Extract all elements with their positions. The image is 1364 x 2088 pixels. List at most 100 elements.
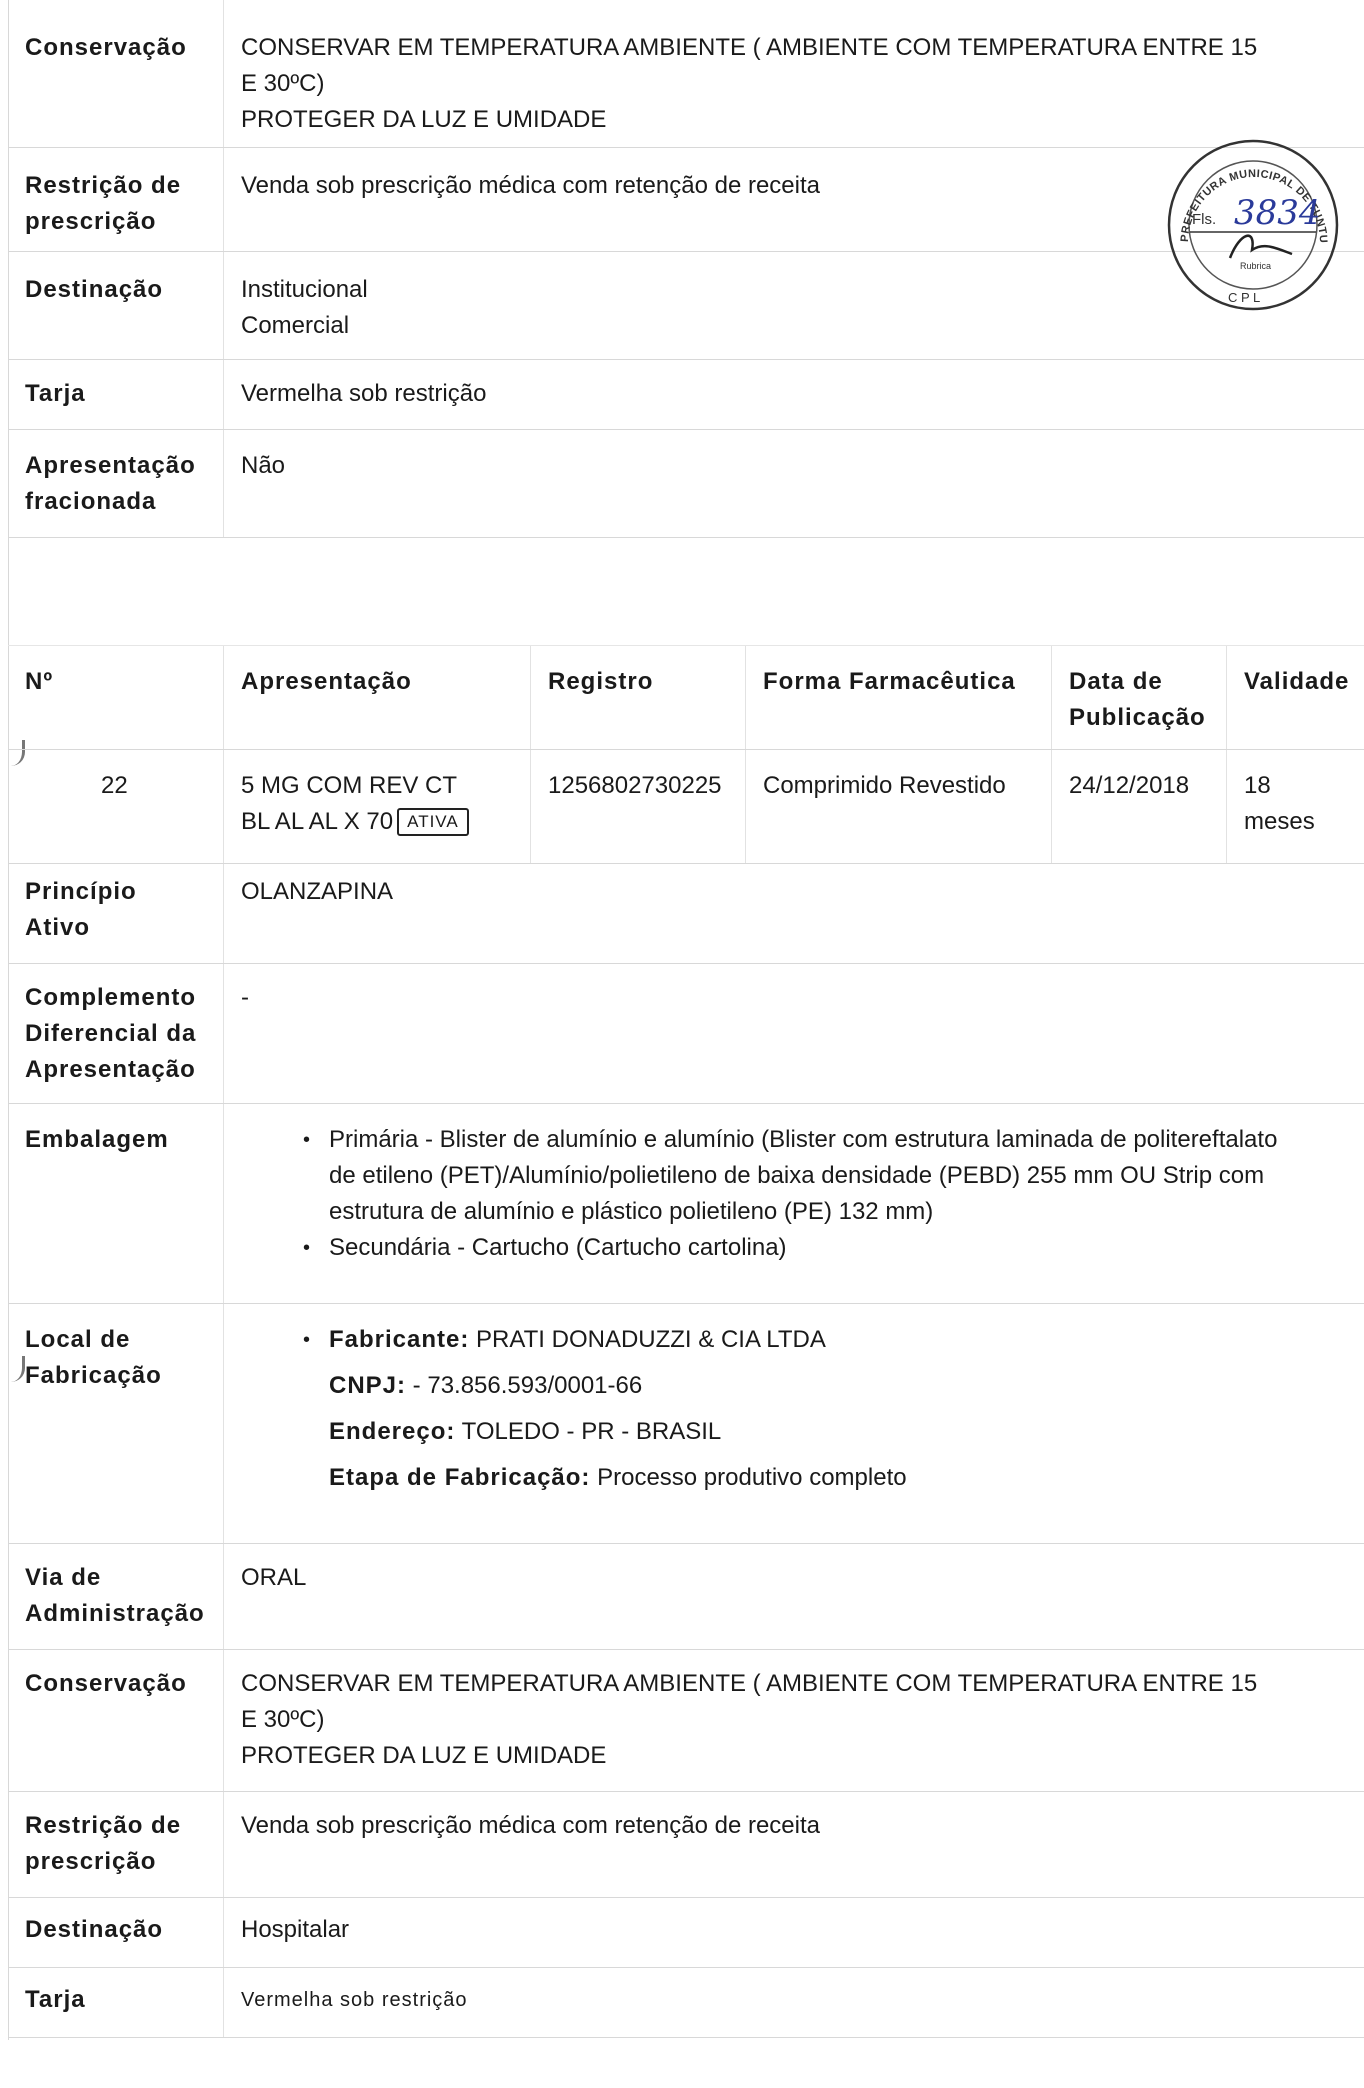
value-conservacao: CONSERVAR EM TEMPERATURA AMBIENTE ( AMBI… [241, 1666, 1364, 1774]
label-line: Administração [25, 1600, 205, 1627]
column-divider [1226, 646, 1227, 749]
table-row: 22 5 MG COM REV CT BL AL AL X 70 ATIVA 12… [8, 750, 1364, 864]
endereco-value: TOLEDO - PR - BRASIL [455, 1418, 722, 1445]
endereco-label: Endereço: [329, 1418, 456, 1445]
label-fracionada: Apresentação fracionada [25, 448, 215, 520]
label-line: Apresentação [25, 452, 196, 479]
header-forma: Forma Farmacêutica [763, 668, 1016, 695]
column-divider [530, 646, 531, 749]
cell-forma: Comprimido Revestido [763, 772, 1006, 799]
label-tarja: Tarja [25, 380, 86, 407]
label-complemento: Complemento Diferencial da Apresentação [25, 980, 215, 1088]
cell-apresentacao: 5 MG COM REV CT BL AL AL X 70 ATIVA [241, 768, 469, 840]
label-line: Local de [25, 1326, 131, 1353]
column-divider [223, 1898, 224, 1967]
label-restricao: Restrição de prescrição [25, 168, 215, 240]
row-conservacao: Conservação CONSERVAR EM TEMPERATURA AMB… [8, 1650, 1364, 1792]
signature-scribble [1228, 234, 1293, 259]
header-line: Publicação [1069, 704, 1206, 731]
value-tarja: Vermelha sob restrição [241, 1989, 468, 2011]
row-tarja: Tarja Vermelha sob restrição [8, 1968, 1364, 2038]
fabricante-label: Fabricante: [329, 1326, 470, 1353]
column-divider [1051, 750, 1052, 863]
cnpj-line: CNPJ: - 73.856.593/0001-66 [241, 1368, 1364, 1404]
text-line: Primária - Blister de alumínio e alumíni… [329, 1126, 1278, 1153]
list-item: Fabricante: PRATI DONADUZZI & CIA LTDA [241, 1322, 1364, 1358]
value-local: Fabricante: PRATI DONADUZZI & CIA LTDA C… [241, 1322, 1364, 1496]
label-destinacao: Destinação [25, 1916, 164, 1943]
text-line: PROTEGER DA LUZ E UMIDADE [241, 1742, 607, 1769]
row-via-administracao: Via de Administração ORAL [8, 1544, 1364, 1650]
endereco-line: Endereço: TOLEDO - PR - BRASIL [241, 1414, 1364, 1450]
column-divider [223, 964, 224, 1103]
row-conservacao: Conservação CONSERVAR EM TEMPERATURA AMB… [8, 0, 1364, 148]
row-tarja: Tarja Vermelha sob restrição [8, 360, 1364, 430]
label-line: prescrição [25, 1848, 157, 1875]
label-line: prescrição [25, 208, 157, 235]
stamp-fls-label: Fls. [1192, 211, 1216, 228]
list-item: Primária - Blister de alumínio e alumíni… [241, 1122, 1364, 1230]
header-apresentacao: Apresentação [241, 668, 412, 695]
label-principio: Princípio Ativo [25, 874, 215, 946]
etapa-label: Etapa de Fabricação: [329, 1464, 591, 1491]
stamp-rubrica: Rubrica [1240, 261, 1271, 271]
column-divider [745, 750, 746, 863]
column-divider [223, 0, 224, 147]
text-line: CONSERVAR EM TEMPERATURA AMBIENTE ( AMBI… [241, 34, 1258, 61]
cnpj-label: CNPJ: [329, 1372, 407, 1399]
column-divider [223, 252, 224, 359]
cell-line: meses [1244, 808, 1315, 835]
header-registro: Registro [548, 668, 654, 695]
cell-line: 18 [1244, 772, 1271, 799]
column-divider [1051, 646, 1052, 749]
header-validade: Validade [1244, 668, 1350, 695]
column-divider [223, 646, 224, 749]
text-line: estrutura de alumínio e plástico polieti… [329, 1198, 934, 1225]
column-divider [745, 646, 746, 749]
text-line: E 30ºC) [241, 70, 325, 97]
row-embalagem: Embalagem Primária - Blister de alumínio… [8, 1104, 1364, 1304]
etapa-value: Processo produtivo completo [590, 1464, 907, 1491]
value-via: ORAL [241, 1564, 307, 1591]
label-line: Ativo [25, 914, 90, 941]
label-conservacao: Conservação [25, 1670, 187, 1697]
label-destinacao: Destinação [25, 276, 164, 303]
header-line: Data de [1069, 668, 1163, 695]
row-complemento: Complemento Diferencial da Apresentação … [8, 964, 1364, 1104]
cell-validade: 18 meses [1244, 768, 1315, 840]
label-line: Complemento [25, 984, 197, 1011]
cell-data: 24/12/2018 [1069, 772, 1190, 799]
label-line: Fabricação [25, 1362, 162, 1389]
column-divider [223, 1650, 224, 1791]
fabricante-value: PRATI DONADUZZI & CIA LTDA [469, 1326, 826, 1353]
fabricante-list: Fabricante: PRATI DONADUZZI & CIA LTDA [241, 1322, 1364, 1358]
value-conservacao: CONSERVAR EM TEMPERATURA AMBIENTE ( AMBI… [241, 30, 1364, 138]
column-divider [1226, 750, 1227, 863]
column-divider [223, 1544, 224, 1649]
row-fracionada: Apresentação fracionada Não [8, 430, 1364, 538]
label-line: Diferencial da [25, 1020, 197, 1047]
value-fracionada: Não [241, 452, 286, 479]
spacer-row [8, 538, 1364, 646]
column-divider [223, 750, 224, 863]
cell-line: BL AL AL X 70 [241, 808, 394, 835]
text-line: E 30ºC) [241, 1706, 325, 1733]
column-divider [223, 430, 224, 537]
label-line: fracionada [25, 488, 157, 515]
etapa-line: Etapa de Fabricação: Processo produtivo … [241, 1460, 1364, 1496]
stamp-number: 3834 [1234, 193, 1321, 233]
row-principio-ativo: Princípio Ativo OLANZAPINA [8, 864, 1364, 964]
label-line: Princípio [25, 878, 137, 905]
text-line: CONSERVAR EM TEMPERATURA AMBIENTE ( AMBI… [241, 1670, 1258, 1697]
stamp-cpl: C P L [1228, 290, 1260, 305]
label-tarja: Tarja [25, 1986, 86, 2013]
status-badge: ATIVA [397, 808, 469, 836]
cnpj-value: - 73.856.593/0001-66 [406, 1372, 643, 1399]
value-restricao: Venda sob prescrição médica com retenção… [241, 1812, 820, 1839]
label-line: Apresentação [25, 1056, 196, 1083]
column-divider [530, 750, 531, 863]
label-embalagem: Embalagem [25, 1126, 169, 1153]
value-complemento: - [241, 984, 249, 1011]
value-tarja: Vermelha sob restrição [241, 380, 487, 407]
label-local: Local de Fabricação [25, 1322, 215, 1394]
